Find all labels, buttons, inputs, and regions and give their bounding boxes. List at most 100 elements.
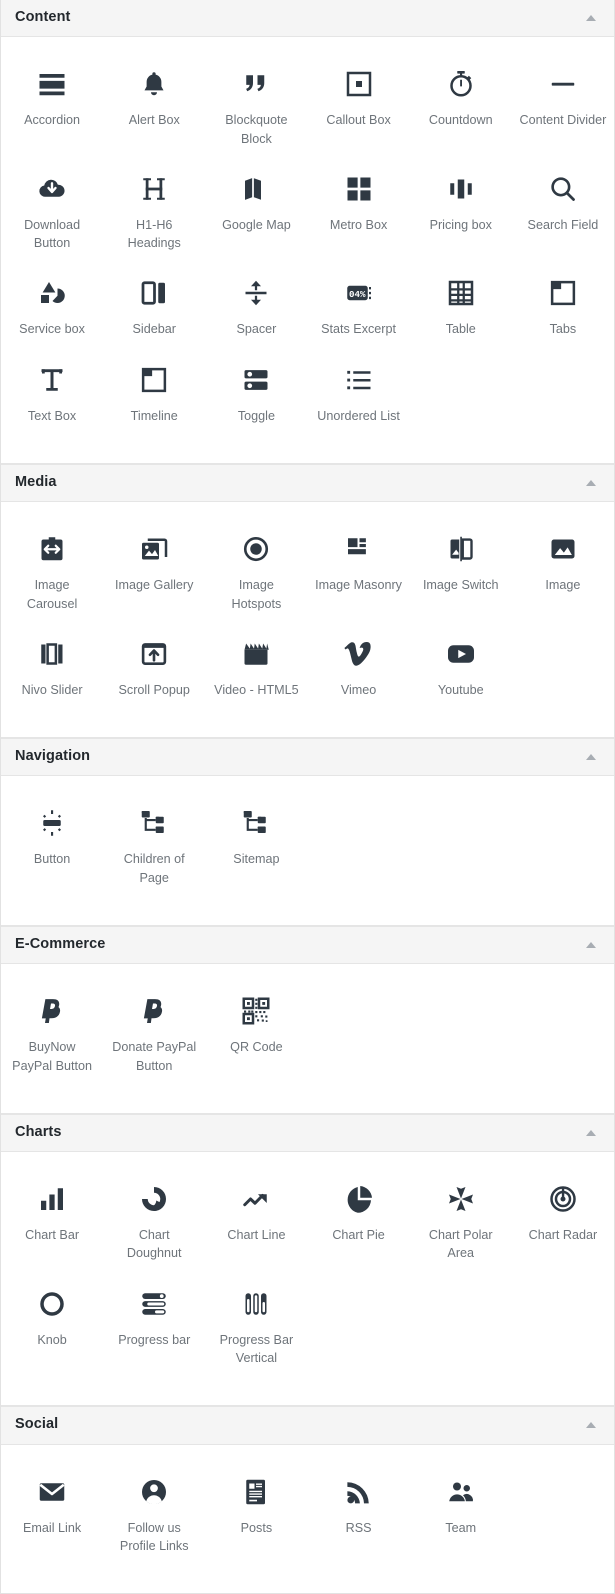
progress-bar-vertical-icon [241,1283,271,1325]
widget-item-label: BuyNow PayPal Button [12,1040,92,1073]
widget-item-donate-paypal-button[interactable]: Donate PayPal Button [103,982,205,1087]
widget-item-image-masonry[interactable]: Image Masonry [307,520,409,625]
widget-item-chart-radar[interactable]: Chart Radar [512,1170,614,1275]
widget-item-h1-h6-headings[interactable]: H1-H6 Headings [103,160,205,265]
widget-item-image[interactable]: Image [512,520,614,625]
widget-item-image-switch[interactable]: Image Switch [410,520,512,625]
widget-item-chart-pie[interactable]: Chart Pie [307,1170,409,1275]
widget-item-unordered-list[interactable]: Unordered List [307,351,409,437]
rss-icon [344,1471,374,1513]
widget-section: Charts Chart Bar Chart Doughnut Chart Line C… [1,1113,614,1407]
image-icon [548,528,578,570]
section-title: Media [15,473,57,490]
widget-item-nivo-slider[interactable]: Nivo Slider [1,625,103,711]
image-switch-icon [446,528,476,570]
widget-item-tabs[interactable]: Tabs [512,264,614,350]
widget-item-label: Countdown [428,113,493,128]
widget-section: Social Email Link Follow us Profile Links P… [1,1406,614,1594]
caret-up-icon[interactable] [586,479,596,486]
widget-grid: Email Link Follow us Profile Links Posts RS… [1,1444,614,1594]
widget-item-countdown[interactable]: Countdown [410,55,512,160]
widget-item-timeline[interactable]: Timeline [103,351,205,437]
widget-item-download-button[interactable]: Download Button [1,160,103,265]
widget-item-label: Nivo Slider [21,682,83,697]
widget-item-alert-box[interactable]: Alert Box [103,55,205,160]
widget-item-label: Image Masonry [315,578,402,593]
caret-up-icon[interactable] [586,14,596,21]
widget-item-chart-polar-area[interactable]: Chart Polar Area [410,1170,512,1275]
widget-grid: Chart Bar Chart Doughnut Chart Line Chart P… [1,1152,614,1406]
button-icon [37,802,67,844]
vimeo-icon [343,633,374,675]
caret-up-icon[interactable] [586,753,596,760]
widget-item-search-field[interactable]: Search Field [512,160,614,265]
widget-item-label: Image Hotspots [231,578,282,611]
clapperboard-icon [241,633,271,675]
widget-item-rss[interactable]: RSS [307,1463,409,1568]
widget-item-progress-bar-vertical[interactable]: Progress Bar Vertical [205,1275,307,1380]
widget-item-chart-line[interactable]: Chart Line [205,1170,307,1275]
widget-item-knob[interactable]: Knob [1,1275,103,1380]
widget-item-youtube[interactable]: Youtube [410,625,512,711]
divider-icon [548,63,578,105]
widget-item-progress-bar[interactable]: Progress bar [103,1275,205,1380]
widget-item-label: Chart Pie [332,1228,385,1243]
widget-item-label: Google Map [222,217,291,232]
caret-up-icon[interactable] [586,941,596,948]
widget-item-table[interactable]: Table [410,264,512,350]
widget-item-team[interactable]: Team [410,1463,512,1568]
widget-library-panel: Content Accordion Alert Box Blockquote Bloc… [0,0,615,1594]
widget-item-label: Spacer [236,322,277,337]
caret-up-icon[interactable] [586,1421,596,1428]
widget-item-spacer[interactable]: Spacer [205,264,307,350]
widget-item-blockquote-block[interactable]: Blockquote Block [205,55,307,160]
widget-item-toggle[interactable]: Toggle [205,351,307,437]
section-header-media[interactable]: Media [1,463,614,503]
widget-item-content-divider[interactable]: Content Divider [512,55,614,160]
widget-item-children-of-page[interactable]: Children of Page [103,794,205,899]
widget-item-stats-excerpt[interactable]: 04% Stats Excerpt [307,264,409,350]
widget-item-callout-box[interactable]: Callout Box [307,55,409,160]
widget-item-scroll-popup[interactable]: Scroll Popup [103,625,205,711]
widget-item-label: QR Code [230,1040,283,1055]
widget-item-service-box[interactable]: Service box [1,264,103,350]
widget-item-image-gallery[interactable]: Image Gallery [103,520,205,625]
shapes-icon [37,272,67,314]
widget-item-image-carousel[interactable]: Image Carousel [1,520,103,625]
section-header-e-commerce[interactable]: E-Commerce [1,925,614,965]
tabs-icon [548,272,578,314]
widget-item-image-hotspots[interactable]: Image Hotspots [205,520,307,625]
widget-item-sidebar[interactable]: Sidebar [103,264,205,350]
widget-item-video-html5[interactable]: Video - HTML5 [205,625,307,711]
widget-item-metro-box[interactable]: Metro Box [307,160,409,265]
widget-item-button[interactable]: Button [1,794,103,899]
widget-item-follow-us-profile-links[interactable]: Follow us Profile Links [103,1463,205,1568]
widget-item-label: Chart Doughnut [126,1228,182,1261]
widget-section: Media Image Carousel Image Gallery Image Ho… [1,463,614,739]
widget-item-accordion[interactable]: Accordion [1,55,103,160]
section-header-content[interactable]: Content [1,0,614,38]
section-header-social[interactable]: Social [1,1406,614,1445]
widget-item-label: Team [445,1520,477,1535]
widget-item-text-box[interactable]: Text Box [1,351,103,437]
sitemap-icon [241,802,271,844]
chart-polar-area-icon [446,1178,476,1220]
widget-item-chart-bar[interactable]: Chart Bar [1,1170,103,1275]
timeline-icon [139,359,169,401]
section-header-charts[interactable]: Charts [1,1113,614,1153]
caret-up-icon[interactable] [586,1129,596,1136]
widget-item-chart-doughnut[interactable]: Chart Doughnut [103,1170,205,1275]
widget-item-qr-code[interactable]: QR Code [205,982,307,1087]
widget-item-buynow-paypal-button[interactable]: BuyNow PayPal Button [1,982,103,1087]
widget-item-posts[interactable]: Posts [205,1463,307,1568]
widget-item-pricing-box[interactable]: Pricing box [410,160,512,265]
section-header-navigation[interactable]: Navigation [1,738,614,777]
widget-item-vimeo[interactable]: Vimeo [307,625,409,711]
widget-item-sitemap[interactable]: Sitemap [205,794,307,899]
widget-item-google-map[interactable]: Google Map [205,160,307,265]
widget-item-email-link[interactable]: Email Link [1,1463,103,1568]
widget-item-label: Chart Line [227,1228,286,1243]
sidebar-icon [139,272,169,314]
widget-item-label: Sitemap [233,852,280,867]
paypal-icon [37,990,67,1032]
